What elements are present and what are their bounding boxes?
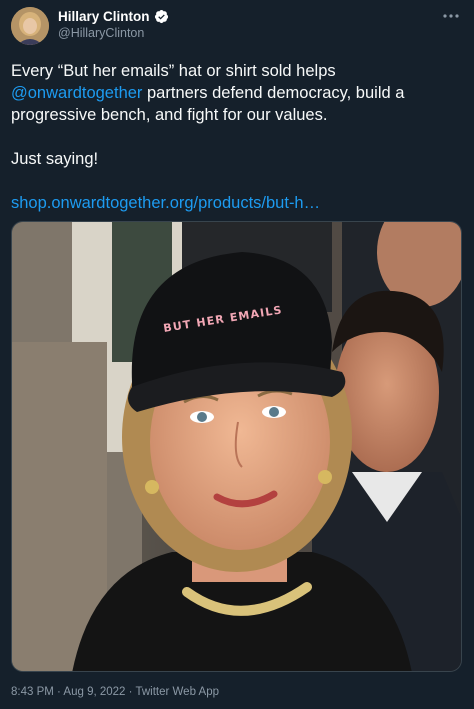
more-options-button[interactable] bbox=[440, 8, 462, 24]
tweet: Hillary Clinton @HillaryClinton Every “B… bbox=[0, 0, 474, 709]
shop-link[interactable]: shop.onwardtogether.org/products/but-h… bbox=[11, 192, 463, 214]
more-horizontal-icon bbox=[443, 14, 459, 18]
tweet-line-3: progressive bench, and fight for our val… bbox=[11, 106, 328, 124]
tweet-meta: 8:43 PM · Aug 9, 2022 · Twitter Web App bbox=[11, 686, 219, 698]
photo-illustration: BUT HER EMAILS bbox=[12, 222, 461, 671]
author-handle[interactable]: @HillaryClinton bbox=[58, 26, 144, 40]
tweet-photo[interactable]: BUT HER EMAILS bbox=[11, 221, 462, 672]
tweet-date[interactable]: Aug 9, 2022 bbox=[63, 686, 125, 698]
avatar[interactable] bbox=[11, 7, 49, 45]
avatar-image bbox=[11, 7, 49, 45]
tweet-text: Every “But her emails” hat or shirt sold… bbox=[11, 60, 463, 214]
author-name-row[interactable]: Hillary Clinton bbox=[58, 9, 169, 24]
tweet-time[interactable]: 8:43 PM bbox=[11, 686, 54, 698]
meta-separator: · bbox=[125, 686, 136, 698]
author-name[interactable]: Hillary Clinton bbox=[58, 9, 150, 24]
tweet-line-2-text: partners defend democracy, build a bbox=[142, 84, 405, 102]
tweet-line-4: Just saying! bbox=[11, 150, 99, 168]
tweet-line-2: @onwardtogether partners defend democrac… bbox=[11, 82, 463, 104]
verified-badge-icon bbox=[154, 9, 168, 24]
meta-separator: · bbox=[53, 686, 64, 698]
mention-link[interactable]: @onwardtogether bbox=[11, 84, 142, 102]
tweet-source[interactable]: Twitter Web App bbox=[135, 686, 219, 698]
tweet-line-1: Every “But her emails” hat or shirt sold… bbox=[11, 62, 336, 80]
